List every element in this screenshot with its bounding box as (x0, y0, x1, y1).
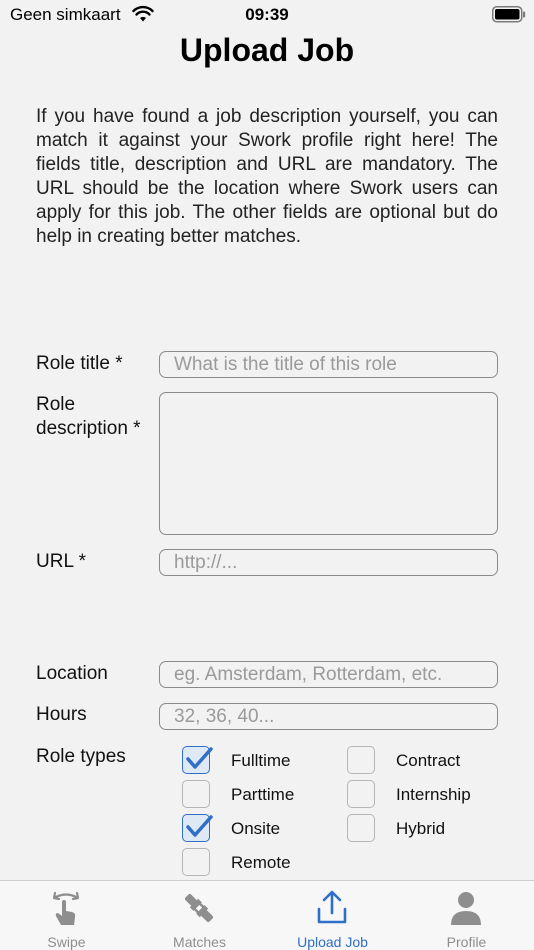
role-description-input[interactable] (159, 392, 498, 535)
fulltime-checkbox[interactable] (182, 746, 213, 774)
intro-text: If you have found a job description your… (36, 106, 498, 247)
tab-swipe[interactable]: Swipe (0, 881, 133, 950)
role-title-input[interactable] (159, 351, 498, 378)
location-input[interactable] (159, 661, 498, 688)
contract-label: Contract (396, 751, 461, 770)
plug-icon (184, 893, 214, 923)
swipe-hand-icon (52, 891, 80, 925)
parttime-checkbox[interactable] (182, 780, 210, 808)
remote-label: Remote (231, 853, 291, 872)
internship-checkbox[interactable] (347, 780, 375, 808)
tab-matches[interactable]: Matches (133, 881, 266, 950)
tab-matches-label: Matches (173, 934, 226, 950)
internship-label: Internship (396, 785, 471, 804)
tab-profile-label: Profile (446, 934, 487, 950)
url-label: URL * (36, 551, 86, 572)
hybrid-label: Hybrid (396, 819, 446, 838)
url-input[interactable] (159, 549, 498, 576)
onsite-label: Onsite (231, 819, 281, 838)
parttime-label: Parttime (231, 785, 295, 804)
page-title: Upload Job (179, 32, 355, 68)
role-title-label: Role title * (36, 353, 123, 374)
tab-swipe-label: Swipe (47, 934, 86, 950)
role-types-label: Role types (36, 746, 126, 767)
fulltime-label: Fulltime (231, 751, 291, 770)
hybrid-checkbox[interactable] (347, 814, 375, 842)
location-label: Location (36, 663, 108, 684)
status-bar: Geen simkaart 09:39 (0, 0, 534, 30)
role-description-label: Role description * (36, 394, 141, 439)
tab-upload-job[interactable]: Upload Job (266, 881, 399, 950)
hours-input[interactable] (159, 703, 498, 730)
tab-upload-job-label: Upload Job (297, 934, 368, 950)
status-time: 09:39 (245, 5, 289, 24)
battery-icon (492, 6, 526, 23)
person-icon (451, 892, 481, 925)
upload-icon (317, 890, 347, 924)
tab-profile[interactable]: Profile (400, 881, 533, 950)
contract-checkbox[interactable] (347, 746, 375, 774)
remote-checkbox[interactable] (182, 848, 210, 876)
checkmark-icon (186, 815, 213, 837)
onsite-checkbox[interactable] (182, 814, 213, 842)
hours-label: Hours (36, 704, 87, 725)
checkmark-icon (186, 747, 213, 769)
tab-bar: Swipe Matches Upload Job Profile (0, 880, 534, 950)
